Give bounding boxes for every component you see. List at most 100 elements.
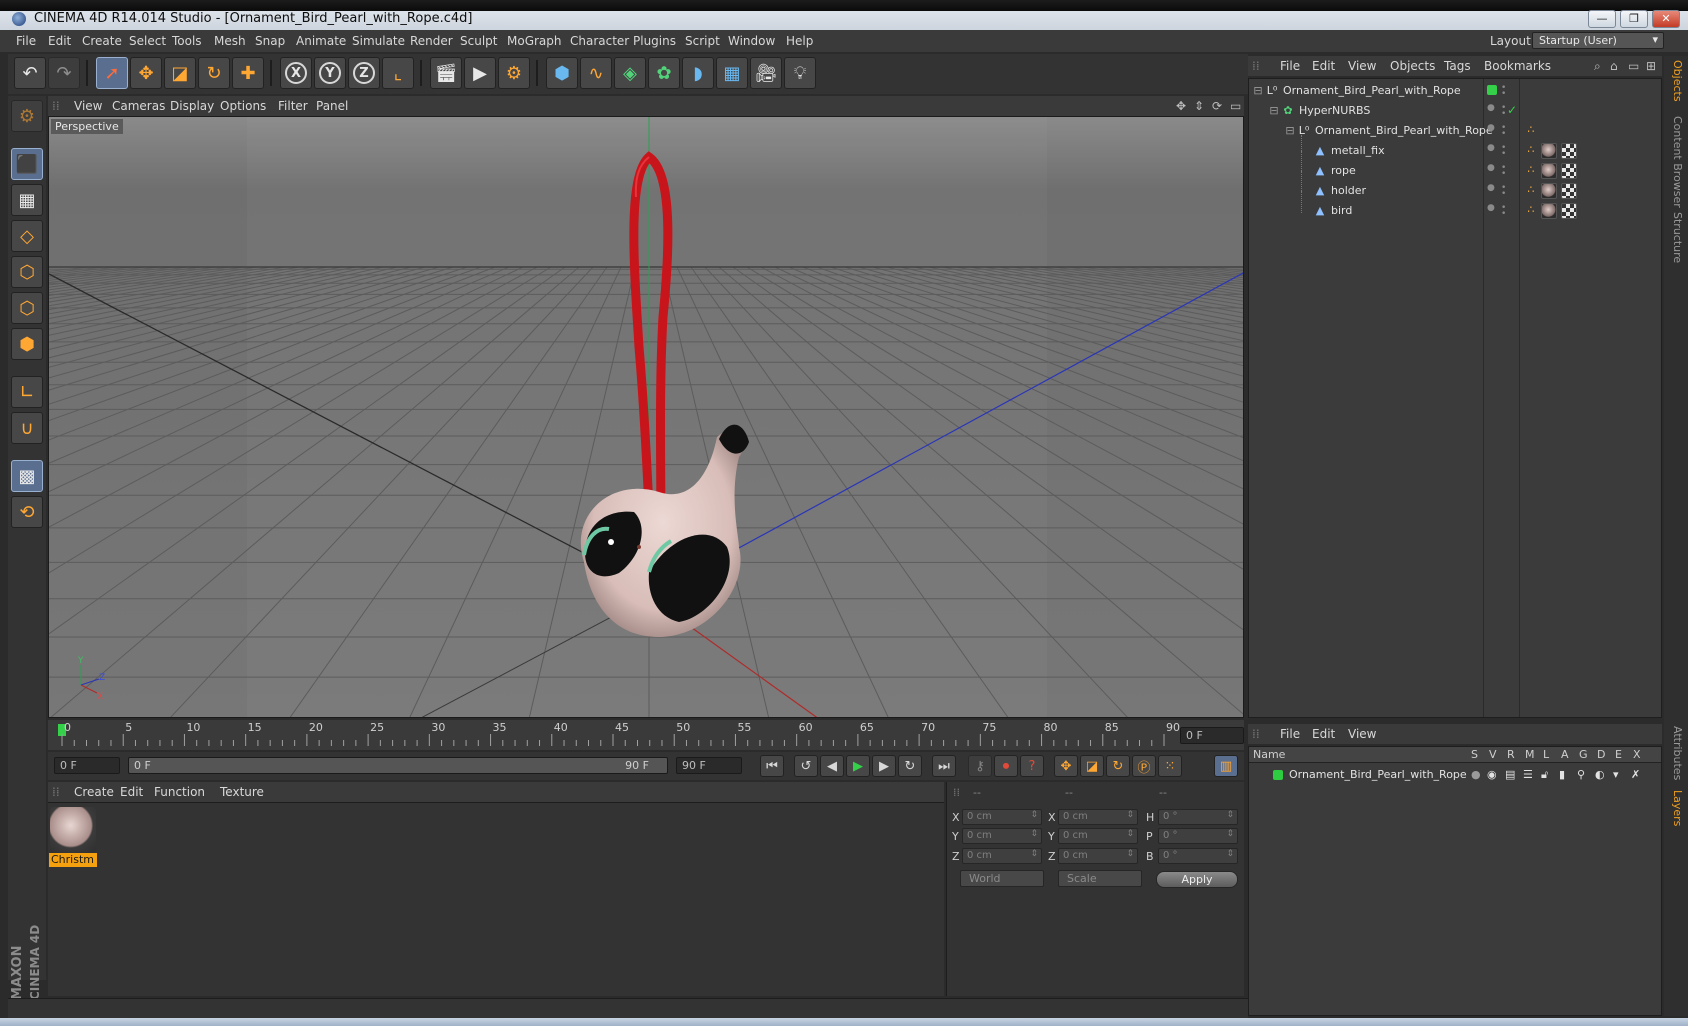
render-picture-viewer-button[interactable]: ▶ [464, 57, 496, 89]
layer-animation-icon[interactable]: ▮ [1559, 768, 1565, 781]
menu-animate[interactable]: Animate [296, 34, 346, 48]
snap-button[interactable]: ▩ [11, 460, 43, 492]
collapse-icon[interactable]: ⊟ [1251, 84, 1265, 98]
tab-layers[interactable]: Layers [1671, 790, 1684, 826]
goto-start-button[interactable]: ⏮ [760, 755, 784, 777]
object-row[interactable]: ▲ rope ● • • ∴ [1249, 151, 1661, 181]
render-view-button[interactable]: 🎬︎ [430, 57, 462, 89]
frame-range-slider[interactable]: 0 F 90 F [128, 757, 668, 774]
object-menu-edit[interactable]: Edit [1312, 59, 1335, 73]
viewport-menu-view[interactable]: View [74, 99, 102, 113]
menu-mesh[interactable]: Mesh [214, 34, 246, 48]
material-swatch[interactable]: Christm [48, 803, 100, 873]
material-menu-function[interactable]: Function [154, 785, 205, 799]
menu-tools[interactable]: Tools [172, 34, 202, 48]
object-row[interactable]: ▲ metall_fix ● • • ∴ [1249, 135, 1661, 161]
viewport-menu-filter[interactable]: Filter [278, 99, 308, 113]
current-frame-field[interactable]: 0 F [1180, 727, 1244, 744]
viewport-menu-display[interactable]: Display [170, 99, 214, 113]
undo-button[interactable]: ↶ [14, 57, 46, 89]
menu-simulate[interactable]: Simulate [352, 34, 405, 48]
goto-prev-key-button[interactable]: ↺ [794, 755, 818, 777]
menu-help[interactable]: Help [786, 34, 813, 48]
visibility-dots[interactable]: ● [1487, 124, 1499, 137]
size-y-field[interactable]: 0 cm [1058, 828, 1138, 844]
add-spline-button[interactable]: ∿ [580, 57, 612, 89]
points-mode-button[interactable]: ⬡ [11, 256, 43, 288]
object-menu-objects[interactable]: Objects [1390, 59, 1435, 73]
layer-menu-view[interactable]: View [1348, 727, 1376, 741]
menu-mograph[interactable]: MoGraph [507, 34, 562, 48]
recent-tool-button[interactable]: ✚ [232, 57, 264, 89]
key-parameter-button[interactable]: Ⓟ [1132, 755, 1156, 777]
tab-objects[interactable]: Objects [1671, 60, 1684, 102]
next-frame-button[interactable]: ▶ [872, 755, 896, 777]
viewport-zoom-icon[interactable]: ⇕ [1194, 99, 1204, 113]
add-camera-button[interactable]: 🎥︎ [750, 57, 782, 89]
menu-sculpt[interactable]: Sculpt [460, 34, 497, 48]
move-tool-button[interactable]: ✥ [130, 57, 162, 89]
pos-x-field[interactable]: 0 cm [962, 809, 1042, 825]
viewport-menu-cameras[interactable]: Cameras [112, 99, 165, 113]
goto-end-button[interactable]: ⏭ [932, 755, 956, 777]
menu-file[interactable]: File [16, 34, 36, 48]
rot-h-field[interactable]: 0 ° [1158, 809, 1238, 825]
texture-tag-icon[interactable] [1541, 163, 1557, 179]
minimize-panel-icon[interactable]: ▭ [1628, 59, 1639, 73]
menu-window[interactable]: Window [728, 34, 775, 48]
visibility-dots[interactable]: ● [1487, 164, 1499, 177]
texture-tag-icon[interactable] [1541, 143, 1557, 159]
render-settings-button[interactable]: ⚙ [498, 57, 530, 89]
uvw-tag-icon[interactable] [1561, 183, 1577, 199]
object-menu-view[interactable]: View [1348, 59, 1376, 73]
object-menu-tags[interactable]: Tags [1444, 59, 1471, 73]
menu-snap[interactable]: Snap [255, 34, 285, 48]
new-panel-icon[interactable]: ⊞ [1646, 59, 1656, 73]
viewport-maximize-icon[interactable]: ▭ [1230, 99, 1241, 113]
layer-lock-icon[interactable]: 🔓︎ [1541, 768, 1548, 782]
make-editable-button[interactable]: ⚙ [11, 100, 43, 132]
size-x-field[interactable]: 0 cm [1058, 809, 1138, 825]
layer-render-icon[interactable]: ▤ [1505, 768, 1515, 781]
object-row[interactable]: ▲ holder ● • • ∴ [1249, 171, 1661, 201]
add-nurbs-button[interactable]: ◈ [614, 57, 646, 89]
3d-viewport[interactable]: Y Z X Perspective [48, 116, 1244, 718]
viewport-rotate-icon[interactable]: ⟳ [1212, 99, 1222, 113]
render-dots[interactable]: • • [1501, 204, 1513, 219]
autokey-button[interactable]: ⏺ [994, 755, 1018, 777]
key-pla-button[interactable]: ⁙ [1158, 755, 1182, 777]
menu-plugins[interactable]: Plugins [633, 34, 676, 48]
tab-structure[interactable]: Structure [1671, 212, 1684, 263]
goto-next-key-button[interactable]: ↻ [898, 755, 922, 777]
add-light-button[interactable]: 💡︎ [784, 57, 816, 89]
workplane-mode-button[interactable]: ◇ [11, 220, 43, 252]
add-array-button[interactable]: ✿ [648, 57, 680, 89]
layer-view-icon[interactable]: ◉ [1487, 768, 1497, 781]
layer-generator-icon[interactable]: ⚲ [1577, 768, 1585, 781]
object-menu-file[interactable]: File [1280, 59, 1300, 73]
uvw-tag-icon[interactable] [1561, 163, 1577, 179]
menu-create[interactable]: Create [82, 34, 122, 48]
visibility-dots[interactable]: ● [1487, 184, 1499, 197]
layer-expression-icon[interactable]: ▾ [1613, 768, 1619, 781]
enabled-checkmark-icon[interactable]: ✓ [1507, 103, 1517, 117]
phong-tag-icon[interactable]: ∴ [1523, 203, 1539, 219]
add-cube-button[interactable]: ⬢ [546, 57, 578, 89]
rot-b-field[interactable]: 0 ° [1158, 848, 1238, 864]
timeline-ruler[interactable]: 0 5 10 15 20 25 30 35 40 45 50 55 60 65 70 75 80 85 90 0 F [48, 720, 1244, 750]
x-axis-lock-button[interactable]: X [280, 57, 312, 89]
y-axis-lock-button[interactable]: Y [314, 57, 346, 89]
layer-menu-file[interactable]: File [1280, 727, 1300, 741]
edges-mode-button[interactable]: ⬡ [11, 292, 43, 324]
key-rotation-button[interactable]: ↻ [1106, 755, 1130, 777]
visibility-dots[interactable]: ● [1487, 104, 1499, 117]
coordinate-system-button[interactable]: ⌞ [382, 57, 414, 89]
pos-y-field[interactable]: 0 cm [962, 828, 1042, 844]
live-selection-button[interactable]: ➚ [96, 57, 128, 89]
phong-tag-icon[interactable]: ∴ [1523, 183, 1539, 199]
visibility-dots[interactable]: ● [1487, 144, 1499, 157]
coord-mode-dropdown[interactable]: World [960, 870, 1044, 887]
phong-tag-icon[interactable]: ∴ [1523, 163, 1539, 179]
render-dots[interactable]: • • [1501, 144, 1513, 159]
layer-manager-icon[interactable]: ☰ [1523, 768, 1533, 781]
